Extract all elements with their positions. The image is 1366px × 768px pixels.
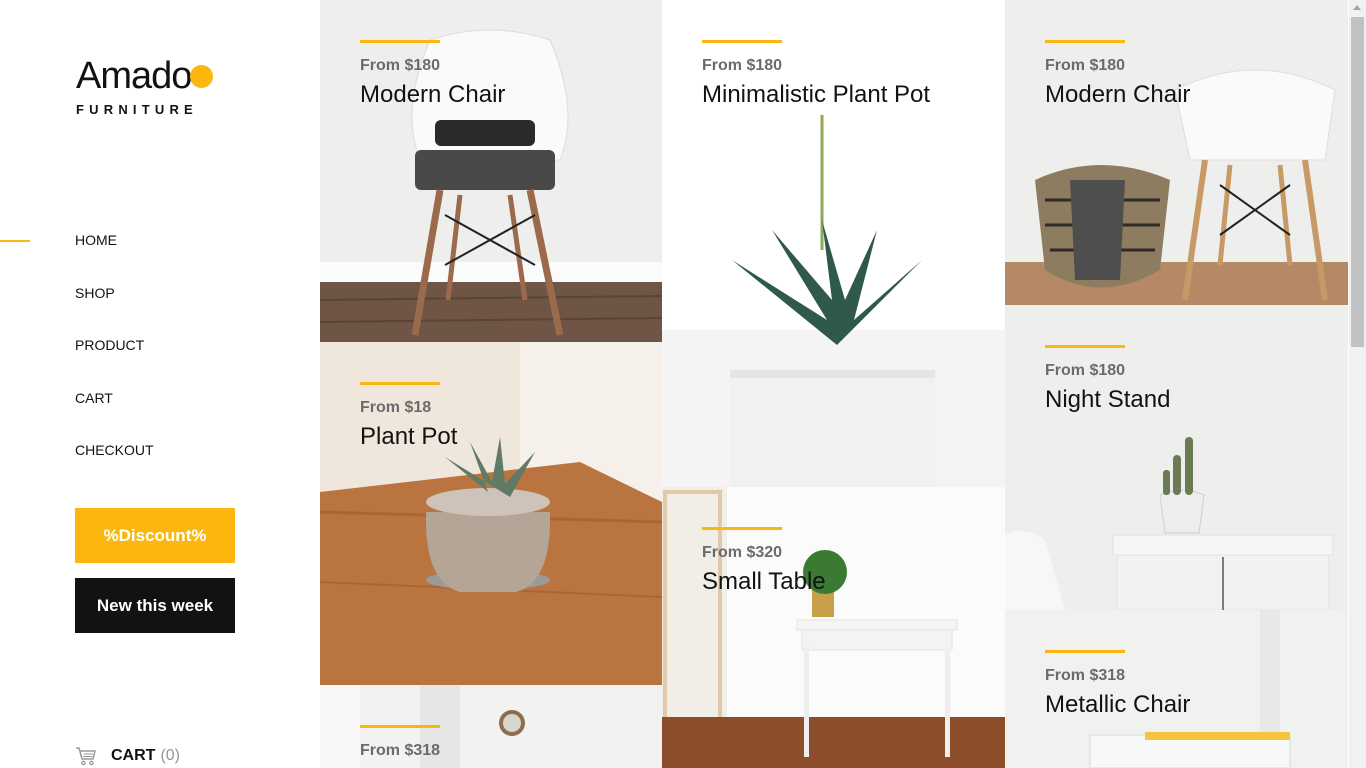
accent-line [360,725,440,728]
cart-icon [76,747,96,766]
scroll-thumb[interactable] [1351,17,1364,347]
product-price: From $180 [1045,362,1126,379]
product-tile[interactable]: From $318 Metallic Chair [1005,610,1348,768]
accent-line [702,40,782,43]
product-price: From $180 [702,57,783,74]
accent-line [1045,345,1125,348]
cart-count: (0) [160,747,180,764]
vertical-scrollbar[interactable] [1349,0,1366,768]
product-tile[interactable]: From $320 Small Table [662,487,1005,768]
main-nav: HOME SHOP PRODUCT CART CHECKOUT [75,232,154,495]
cart-label: CART [111,747,156,764]
accent-line [1045,650,1125,653]
product-name[interactable]: Small Table [702,567,826,597]
product-price: From $18 [360,399,432,416]
accent-line [360,40,440,43]
sidebar: Amado FURNITURE HOME SHOP PRODUCT CART C… [0,0,320,768]
product-price: From $180 [360,57,441,74]
product-tile[interactable]: From $318 [320,685,662,768]
product-name[interactable]: Minimalistic Plant Pot [702,80,930,110]
logo-wordmark: Amado [76,55,192,97]
cart-link[interactable]: CART (0) [75,746,180,766]
product-price: From $318 [360,742,441,759]
logo-tagline: FURNITURE [76,102,198,117]
product-tile[interactable]: From $180 Modern Chair [1005,0,1348,305]
nav-item-shop[interactable]: SHOP [75,285,154,338]
scroll-up-icon[interactable] [1353,5,1361,10]
product-tile[interactable]: From $180 Modern Chair [320,0,662,342]
product-name[interactable]: Modern Chair [1045,80,1190,110]
nav-item-home[interactable]: HOME [75,232,154,285]
nav-item-product[interactable]: PRODUCT [75,337,154,390]
product-name[interactable]: Modern Chair [360,80,505,110]
logo[interactable]: Amado FURNITURE [76,55,213,117]
product-price: From $180 [1045,57,1126,74]
product-tile[interactable]: From $180 Night Stand [1005,305,1348,610]
product-tile[interactable]: From $180 Minimalistic Plant Pot [662,0,1005,487]
product-price: From $320 [702,544,783,561]
product-name[interactable]: Plant Pot [360,422,457,452]
product-price: From $318 [1045,667,1126,684]
active-nav-indicator [0,240,30,242]
product-name[interactable]: Night Stand [1045,385,1170,415]
accent-line [702,527,782,530]
discount-button[interactable]: %Discount% [75,508,235,563]
product-name[interactable]: Metallic Chair [1045,690,1190,720]
accent-line [360,382,440,385]
logo-dot-icon [190,65,213,88]
accent-line [1045,40,1125,43]
nav-item-checkout[interactable]: CHECKOUT [75,442,154,495]
nav-item-cart[interactable]: CART [75,390,154,443]
product-tile[interactable]: From $18 Plant Pot [320,342,662,685]
new-this-week-button[interactable]: New this week [75,578,235,633]
